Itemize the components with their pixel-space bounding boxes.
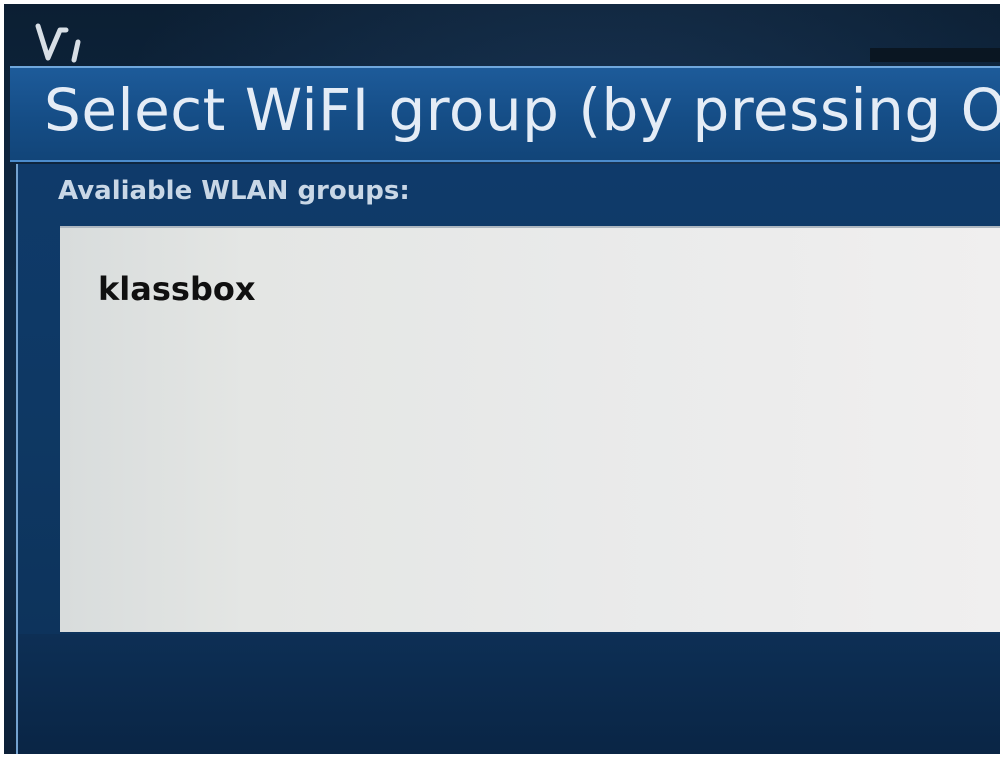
panel-left-border: [16, 164, 18, 754]
wlan-groups-label: Avaliable WLAN groups:: [58, 176, 410, 206]
logo-mark-icon: [35, 23, 81, 63]
dialog-title: Select WiFI group (by pressing OK: [44, 76, 1000, 144]
top-status-strip: [870, 48, 1000, 62]
wlan-groups-panel: Avaliable WLAN groups: klassbox: [16, 164, 1000, 754]
panel-footer-area: [18, 634, 1000, 754]
list-item-wlan-group[interactable]: klassbox: [98, 270, 255, 308]
device-screen: Select WiFI group (by pressing OK Avalia…: [4, 4, 1000, 754]
wlan-groups-list[interactable]: klassbox: [60, 226, 1000, 632]
dialog-title-bar: Select WiFI group (by pressing OK: [10, 66, 1000, 162]
